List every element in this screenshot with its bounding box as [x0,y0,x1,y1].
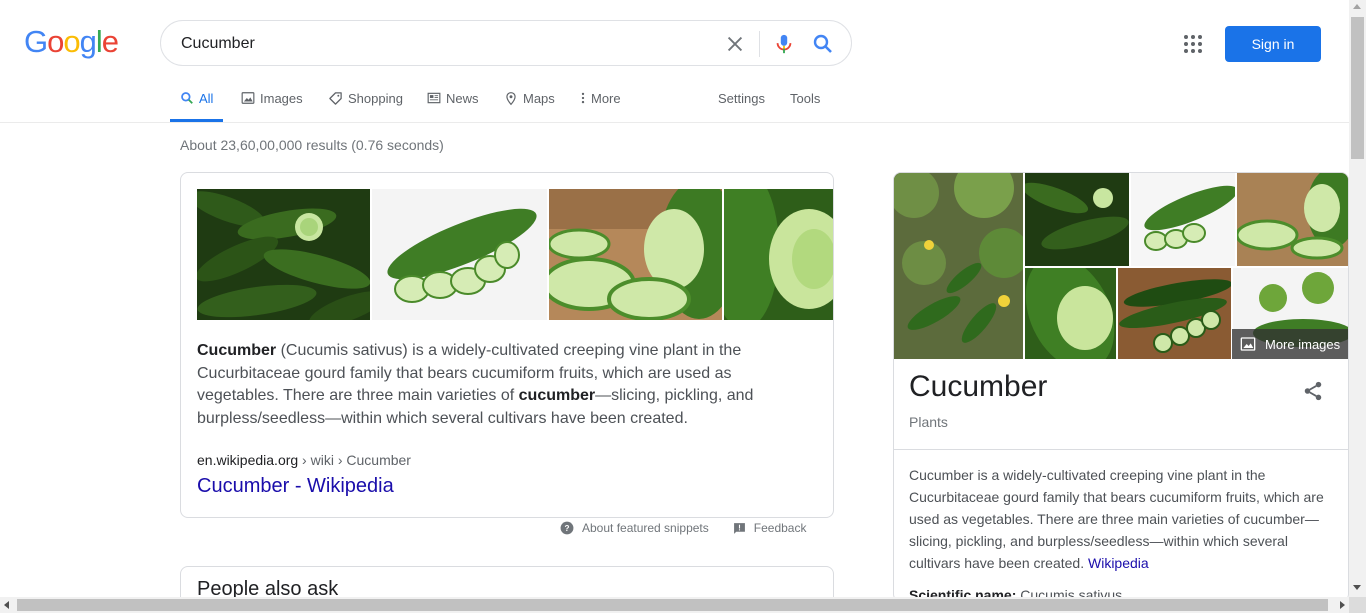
tabs-divider [0,122,1350,123]
sign-in-button[interactable]: Sign in [1225,26,1321,62]
svg-text:?: ? [565,524,570,533]
image-icon [241,92,255,104]
more-images-label: More images [1265,336,1341,352]
more-images-button[interactable]: More images [1232,329,1348,359]
snippet-text: Cucumber (Cucumis sativus) is a widely-c… [197,340,817,430]
apps-grid-icon[interactable] [1183,34,1203,54]
knowledge-panel-description: Cucumber is a widely-cultivated creeping… [909,464,1337,574]
vertical-scrollbar[interactable] [1349,0,1366,597]
horizontal-scrollbar[interactable] [0,597,1366,613]
snippet-footer: ? About featured snippets Feedback [560,521,830,535]
scroll-left-arrow-icon[interactable] [4,601,9,609]
scroll-down-arrow-icon[interactable] [1353,585,1361,590]
cucumber-image[interactable] [197,189,370,320]
logo-letter: G [24,24,48,59]
cucumber-image[interactable] [1118,268,1231,359]
close-icon[interactable] [724,33,746,55]
featured-snippet: Cucumber (Cucumis sativus) is a widely-c… [180,172,834,518]
tab-all[interactable]: All [170,84,224,122]
tab-images[interactable]: Images [241,84,303,122]
feedback-label: Feedback [753,521,807,535]
mic-icon[interactable] [773,32,795,56]
search-icon[interactable] [811,32,835,56]
cucumber-image[interactable] [1025,173,1129,266]
tab-news[interactable]: News [427,84,479,122]
tools-link[interactable]: Tools [790,84,820,122]
scroll-right-arrow-icon[interactable] [1340,601,1345,609]
tab-more[interactable]: More [580,84,621,122]
horizontal-scroll-thumb[interactable] [17,599,1328,611]
help-icon: ? [560,521,574,535]
logo-letter: g [79,24,97,59]
result-stats: About 23,60,00,000 results (0.76 seconds… [180,137,444,153]
feedback-icon [733,522,745,534]
snippet-term: Cucumber [197,342,277,359]
tag-icon [329,92,342,105]
cucumber-image[interactable] [724,189,834,320]
search-input[interactable] [181,33,701,55]
result-title-link[interactable]: Cucumber - Wikipedia [197,475,394,498]
about-featured-snippets-label: About featured snippets [582,521,709,535]
logo-letter: o [47,24,64,59]
search-divider [759,31,760,57]
knowledge-panel-title: Cucumber [909,370,1048,403]
logo-letter: o [63,24,80,59]
scrollbar-corner [1349,597,1366,613]
cucumber-image[interactable] [1025,268,1116,359]
feedback-link[interactable]: Feedback [733,521,807,535]
cucumber-image[interactable] [1237,173,1349,266]
knowledge-panel-subtitle: Plants [909,414,948,430]
tab-label: All [199,91,214,106]
cucumber-plant-image[interactable] [894,173,1023,359]
wikipedia-link[interactable]: Wikipedia [1088,555,1149,571]
cucumber-image[interactable] [549,189,722,320]
tab-label: Maps [523,91,555,106]
map-pin-icon [506,92,516,106]
source-breadcrumb[interactable]: en.wikipedia.org › wiki › Cucumber [197,452,411,468]
logo-letter: e [101,24,119,59]
settings-label: Settings [718,91,765,106]
knowledge-panel-divider [894,449,1348,450]
vertical-scroll-thumb[interactable] [1351,17,1364,159]
tab-label: Shopping [348,91,403,106]
knowledge-panel: More images Cucumber Plants Cucumber is … [893,172,1349,602]
image-icon [1240,337,1256,351]
share-icon[interactable] [1302,380,1324,402]
about-featured-snippets-link[interactable]: ? About featured snippets [560,521,709,535]
snippet-image-strip[interactable] [197,189,834,320]
snippet-term: cucumber [518,387,596,404]
tools-label: Tools [790,91,821,106]
tab-shopping[interactable]: Shopping [328,84,403,122]
cucumber-image[interactable] [372,189,547,320]
tab-label: News [446,91,479,106]
google-logo[interactable]: Google [24,24,119,59]
search-icon [181,92,193,104]
more-vert-icon [581,92,585,104]
tab-label: More [591,91,621,106]
tab-maps[interactable]: Maps [504,84,555,122]
cucumber-image[interactable] [1131,173,1235,266]
tab-label: Images [260,91,303,106]
news-icon [427,92,441,104]
source-domain: en.wikipedia.org [197,452,299,468]
scroll-up-arrow-icon[interactable] [1353,4,1361,9]
source-path: › wiki › Cucumber [298,452,411,468]
search-box [160,20,852,66]
settings-link[interactable]: Settings [718,84,765,122]
